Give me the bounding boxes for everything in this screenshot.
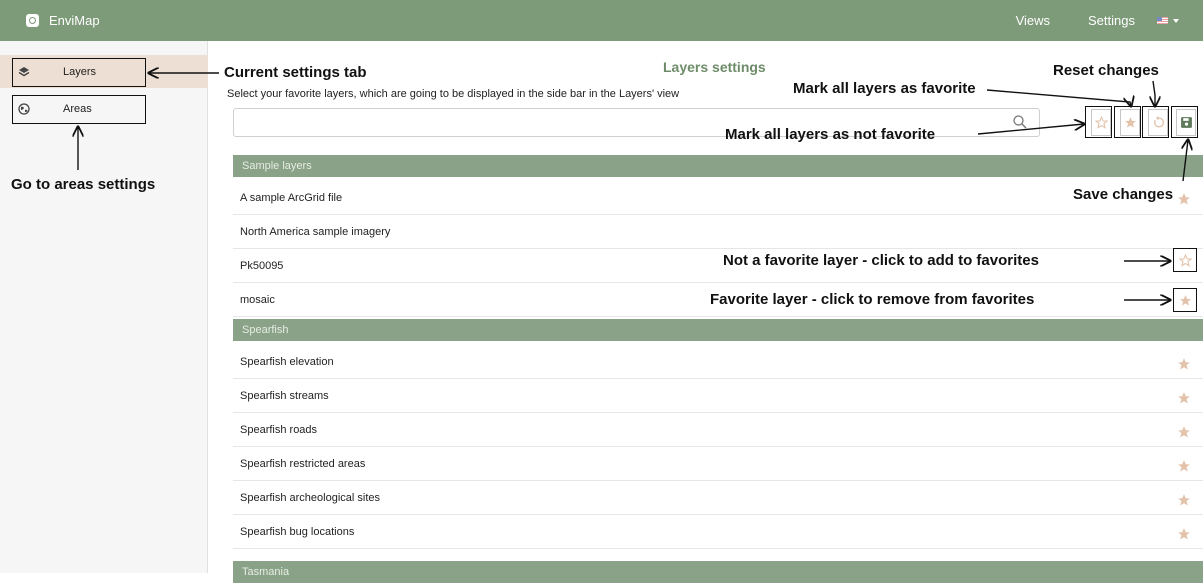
group-header: Sample layers [233, 155, 1203, 177]
annotation-save: Save changes [1073, 186, 1174, 203]
star-filled-icon[interactable] [1177, 425, 1191, 439]
group-header: Spearfish [233, 319, 1203, 341]
mark-all-favorite-highlight [1114, 106, 1141, 138]
add-favorite-button[interactable] [1173, 248, 1197, 272]
layer-name: Pk50095 [240, 260, 284, 272]
list-item: North America sample imagery [233, 216, 1203, 249]
list-item: Spearfish elevation [233, 346, 1203, 379]
current-tab-highlight [12, 58, 146, 87]
layer-name: Spearfish restricted areas [240, 458, 366, 470]
star-filled-icon[interactable] [1177, 459, 1191, 473]
top-navbar: EnviMap Views Settings [0, 0, 1203, 41]
mark-all-not-favorite-highlight [1085, 106, 1112, 138]
caret-down-icon [1173, 18, 1179, 23]
page-title: Layers settings [663, 59, 766, 75]
app-name: EnviMap [49, 13, 100, 28]
star-filled-icon[interactable] [1177, 527, 1191, 541]
list-item: Pk50095 [233, 250, 1203, 283]
layer-name: Spearfish roads [240, 424, 318, 436]
star-filled-icon[interactable] [1177, 357, 1191, 371]
brand[interactable]: EnviMap [26, 13, 100, 28]
annotation-reset: Reset changes [1053, 62, 1159, 79]
nav-settings[interactable]: Settings [1088, 13, 1135, 28]
layer-name: Spearfish elevation [240, 356, 334, 368]
remove-favorite-button[interactable] [1173, 288, 1197, 312]
layer-name: Spearfish streams [240, 390, 329, 402]
group-header: Tasmania [233, 561, 1203, 583]
list-item: Spearfish streams [233, 380, 1203, 413]
annotation-not-favorite: Not a favorite layer - click to add to f… [723, 252, 1039, 269]
envimap-logo-icon [26, 14, 39, 27]
annotation-current-tab: Current settings tab [224, 64, 367, 81]
layer-name: Spearfish archeological sites [240, 492, 381, 504]
layer-name: A sample ArcGrid file [240, 192, 343, 204]
star-filled-icon [1179, 294, 1191, 306]
save-highlight [1171, 106, 1198, 138]
nav-views[interactable]: Views [1016, 13, 1050, 28]
list-item: Spearfish roads [233, 414, 1203, 447]
reset-highlight [1142, 106, 1169, 138]
list-item: Spearfish archeological sites [233, 482, 1203, 515]
star-filled-icon[interactable] [1177, 192, 1191, 206]
annotation-mark-all-not-favorite: Mark all layers as not favorite [725, 126, 936, 143]
page-subtitle: Select your favorite layers, which are g… [227, 88, 680, 100]
list-item: Spearfish bug locations [233, 516, 1203, 549]
us-flag-icon [1157, 17, 1168, 24]
language-selector[interactable] [1157, 17, 1179, 24]
star-filled-icon[interactable] [1177, 493, 1191, 507]
star-outline-icon [1178, 253, 1192, 267]
areas-tab-highlight [12, 95, 146, 124]
layer-name: Spearfish bug locations [240, 526, 355, 538]
list-item: A sample ArcGrid file [233, 182, 1203, 215]
layer-name: mosaic [240, 294, 275, 306]
annotation-go-areas: Go to areas settings [11, 176, 156, 193]
search-icon[interactable] [1012, 114, 1028, 130]
layer-name: North America sample imagery [240, 226, 391, 238]
annotation-mark-all-favorite: Mark all layers as favorite [793, 80, 976, 97]
annotation-favorite: Favorite layer - click to remove from fa… [710, 291, 1035, 308]
star-filled-icon[interactable] [1177, 391, 1191, 405]
list-item: Spearfish restricted areas [233, 448, 1203, 481]
